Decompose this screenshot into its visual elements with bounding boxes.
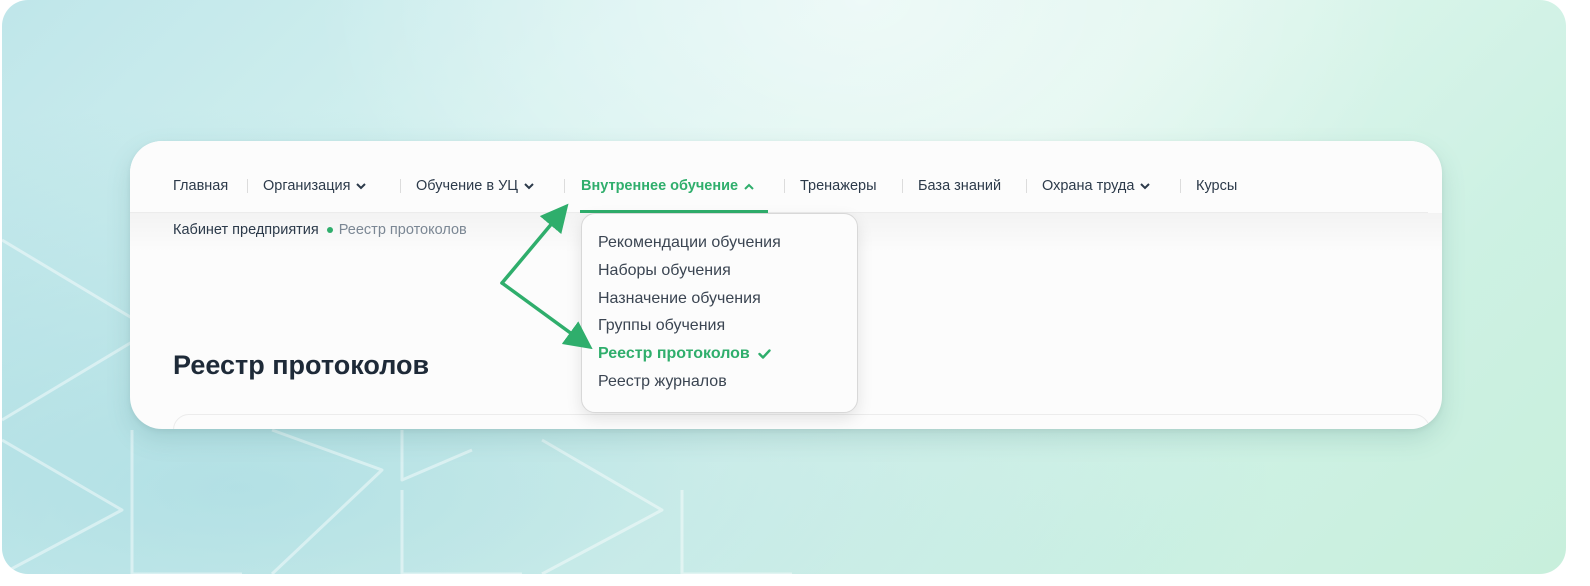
screenshot-frame: Главная Организация Обучение в УЦ Внутре…: [2, 0, 1566, 574]
annotation-arrow-to-nav: [500, 203, 569, 285]
annotation-arrows: [500, 203, 593, 350]
annotation-arrow-to-menu-item: [500, 281, 593, 350]
